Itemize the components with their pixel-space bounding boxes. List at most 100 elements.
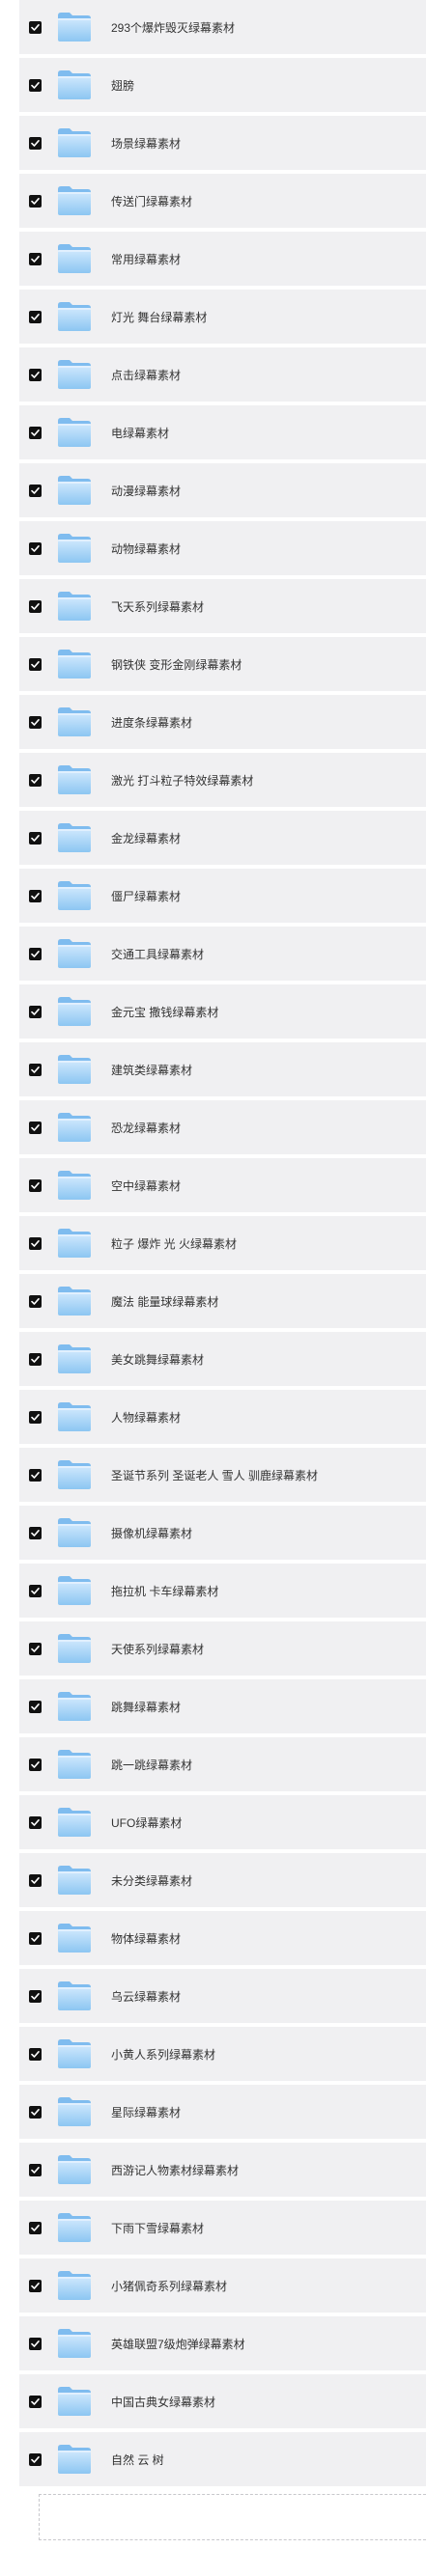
folder-row[interactable]: 场景绿幕素材 [19,116,426,170]
folder-row[interactable]: 293个爆炸毁灭绿幕素材 [19,0,426,54]
row-checkbox[interactable] [29,2163,42,2176]
folder-row[interactable]: 摄像机绿幕素材 [19,1506,426,1560]
row-checkbox[interactable] [29,1642,42,1655]
folder-row[interactable]: 灯光 舞台绿幕素材 [19,290,426,344]
checkmark-icon [31,718,40,726]
row-checkbox[interactable] [29,657,42,671]
folder-icon [56,1400,93,1433]
folder-row[interactable]: 金元宝 撒钱绿幕素材 [19,984,426,1039]
row-checkbox[interactable] [29,2047,42,2061]
row-checkbox[interactable] [29,715,42,729]
folder-row[interactable]: 翅膀 [19,58,426,112]
row-checkbox[interactable] [29,20,42,34]
row-checkbox[interactable] [29,1236,42,1250]
folder-row[interactable]: 西游记人物素材绿幕素材 [19,2143,426,2197]
checkmark-icon [31,2050,40,2058]
checkmark-icon [31,1471,40,1479]
row-checkbox[interactable] [29,426,42,439]
row-checkbox[interactable] [29,1005,42,1018]
folder-row[interactable]: 恐龙绿幕素材 [19,1100,426,1154]
folder-icon [56,1227,93,1260]
folder-row[interactable]: 电绿幕素材 [19,405,426,459]
row-checkbox[interactable] [29,1700,42,1713]
upload-drop-zone[interactable] [39,2494,426,2540]
row-checkbox[interactable] [29,1584,42,1597]
folder-row[interactable]: 星际绿幕素材 [19,2085,426,2139]
row-checkbox[interactable] [29,889,42,902]
row-checkbox[interactable] [29,1989,42,2003]
row-checkbox[interactable] [29,2395,42,2408]
folder-row[interactable]: 动物绿幕素材 [19,521,426,575]
folder-row[interactable]: 钢铁侠 变形金刚绿幕素材 [19,637,426,691]
folder-row[interactable]: UFO绿幕素材 [19,1795,426,1849]
folder-row[interactable]: 跳舞绿幕素材 [19,1679,426,1733]
folder-row[interactable]: 小黄人系列绿幕素材 [19,2027,426,2081]
folder-row[interactable]: 传送门绿幕素材 [19,174,426,228]
row-checkbox[interactable] [29,2105,42,2119]
folder-row[interactable]: 交通工具绿幕素材 [19,927,426,981]
folder-row[interactable]: 动漫绿幕素材 [19,463,426,517]
folder-row[interactable]: 英雄联盟7级炮弹绿幕素材 [19,2316,426,2370]
row-checkbox[interactable] [29,1758,42,1771]
row-checkbox[interactable] [29,1121,42,1134]
row-checkbox[interactable] [29,599,42,613]
folder-row[interactable]: 小猪佩奇系列绿幕素材 [19,2258,426,2313]
folder-row[interactable]: 下雨下雪绿幕素材 [19,2201,426,2255]
row-checkbox[interactable] [29,1931,42,1945]
folder-row[interactable]: 自然 云 树 [19,2432,426,2486]
folder-row[interactable]: 建筑类绿幕素材 [19,1042,426,1096]
row-checkbox[interactable] [29,1873,42,1887]
folder-row[interactable]: 进度条绿幕素材 [19,695,426,749]
folder-icon [56,1574,93,1607]
folder-icon [56,2095,93,2128]
row-checkbox[interactable] [29,2452,42,2466]
row-checkbox[interactable] [29,136,42,150]
row-checkbox[interactable] [29,831,42,845]
folder-row[interactable]: 僵尸绿幕素材 [19,869,426,923]
row-checkbox[interactable] [29,1815,42,1829]
row-checkbox[interactable] [29,2221,42,2234]
folder-row[interactable]: 飞天系列绿幕素材 [19,579,426,633]
folder-row[interactable]: 空中绿幕素材 [19,1158,426,1212]
row-checkbox[interactable] [29,194,42,208]
folder-row[interactable]: 点击绿幕素材 [19,347,426,402]
folder-icon [56,1169,93,1202]
folder-row[interactable]: 圣诞节系列 圣诞老人 雪人 驯鹿绿幕素材 [19,1448,426,1502]
row-checkbox[interactable] [29,1178,42,1192]
row-checkbox[interactable] [29,2337,42,2350]
folder-row[interactable]: 天使系列绿幕素材 [19,1621,426,1676]
row-checkbox[interactable] [29,947,42,960]
row-checkbox[interactable] [29,541,42,555]
row-checkbox[interactable] [29,1526,42,1539]
row-checkbox[interactable] [29,1352,42,1366]
folder-row[interactable]: 未分类绿幕素材 [19,1853,426,1907]
checkmark-icon [31,139,40,147]
row-checkbox[interactable] [29,2279,42,2292]
folder-row[interactable]: 激光 打斗粒子特效绿幕素材 [19,753,426,807]
row-checkbox[interactable] [29,1294,42,1308]
row-checkbox[interactable] [29,310,42,323]
checkmark-icon [31,1934,40,1942]
row-checkbox[interactable] [29,773,42,787]
folder-row[interactable]: 中国古典女绿幕素材 [19,2374,426,2428]
row-checkbox[interactable] [29,252,42,265]
folder-row[interactable]: 美女跳舞绿幕素材 [19,1332,426,1386]
folder-row[interactable]: 跳一跳绿幕素材 [19,1737,426,1791]
row-checkbox[interactable] [29,1410,42,1424]
folder-row[interactable]: 拖拉机 卡车绿幕素材 [19,1564,426,1618]
row-checkbox[interactable] [29,368,42,381]
row-checkbox[interactable] [29,1468,42,1482]
folder-row[interactable]: 魔法 能量球绿幕素材 [19,1274,426,1328]
folder-row[interactable]: 乌云绿幕素材 [19,1969,426,2023]
row-checkbox[interactable] [29,1063,42,1076]
folder-row[interactable]: 物体绿幕素材 [19,1911,426,1965]
folder-row[interactable]: 常用绿幕素材 [19,232,426,286]
folder-row[interactable]: 粒子 爆炸 光 火绿幕素材 [19,1216,426,1270]
folder-row[interactable]: 人物绿幕素材 [19,1390,426,1444]
folder-name: 下雨下雪绿幕素材 [111,2221,205,2235]
row-checkbox[interactable] [29,78,42,92]
folder-icon [56,1111,93,1144]
row-checkbox[interactable] [29,484,42,497]
folder-row[interactable]: 金龙绿幕素材 [19,811,426,865]
checkmark-icon [31,1066,40,1073]
